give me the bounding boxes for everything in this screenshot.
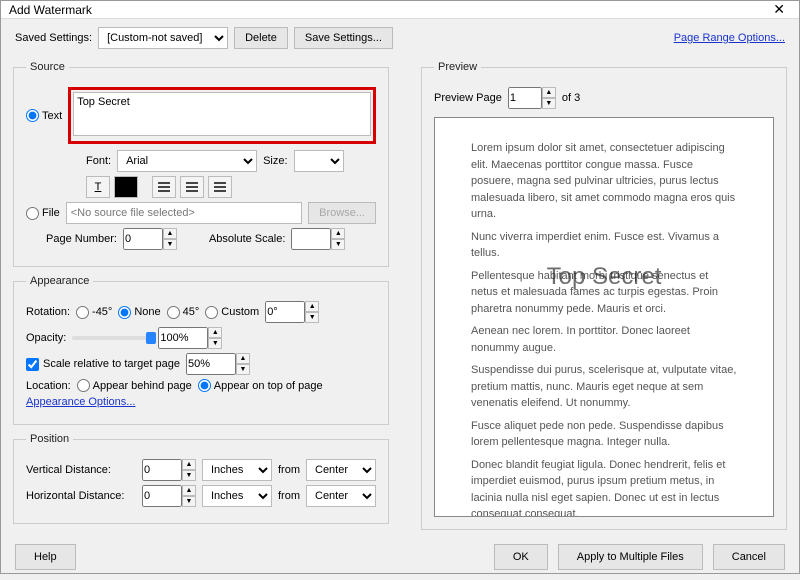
- browse-button[interactable]: Browse...: [308, 202, 376, 224]
- vdist-spinner[interactable]: ▲▼: [142, 459, 196, 481]
- apply-multiple-button[interactable]: Apply to Multiple Files: [558, 544, 703, 570]
- save-settings-button[interactable]: Save Settings...: [294, 27, 393, 49]
- abs-scale-label: Absolute Scale:: [209, 233, 285, 245]
- file-path: [66, 202, 302, 224]
- location-label: Location:: [26, 380, 71, 392]
- file-radio[interactable]: File: [26, 207, 60, 220]
- rotation-label: Rotation:: [26, 306, 70, 318]
- ok-button[interactable]: OK: [494, 544, 548, 570]
- loc-behind[interactable]: Appear behind page: [77, 379, 192, 392]
- loc-top[interactable]: Appear on top of page: [198, 379, 323, 392]
- preview-canvas: Lorem ipsum dolor sit amet, consectetuer…: [434, 117, 774, 517]
- rot-45[interactable]: 45°: [167, 306, 200, 319]
- hdist-label: Horizontal Distance:: [26, 490, 136, 502]
- footer: Help OK Apply to Multiple Files Cancel: [1, 534, 799, 580]
- color-button[interactable]: [114, 176, 138, 198]
- underline-button[interactable]: T: [86, 176, 110, 198]
- rot-m45[interactable]: -45°: [76, 306, 112, 319]
- appearance-options-link[interactable]: Appearance Options...: [26, 396, 135, 408]
- opacity-slider[interactable]: [72, 336, 152, 340]
- opacity-spinner[interactable]: ▲▼: [158, 327, 222, 349]
- toolbar: Saved Settings: [Custom-not saved] Delet…: [1, 19, 799, 57]
- hdist-from-label: from: [278, 490, 300, 502]
- help-button[interactable]: Help: [15, 544, 76, 570]
- close-icon[interactable]: ✕: [767, 1, 791, 18]
- watermark-preview: Top Secret: [547, 259, 662, 295]
- preview-page-spinner[interactable]: ▲▼: [508, 87, 556, 109]
- rot-none[interactable]: None: [118, 306, 160, 319]
- text-radio[interactable]: Text: [26, 109, 62, 122]
- text-highlight: Top Secret: [68, 87, 376, 144]
- scale-spinner[interactable]: ▲▼: [186, 353, 250, 375]
- position-legend: Position: [26, 433, 73, 445]
- position-group: Position Vertical Distance: ▲▼ Inches fr…: [13, 433, 389, 524]
- font-select[interactable]: Arial: [117, 150, 257, 172]
- saved-settings-label: Saved Settings:: [15, 32, 92, 44]
- titlebar: Add Watermark ✕: [1, 1, 799, 19]
- preview-page-label: Preview Page: [434, 92, 502, 104]
- vdist-label: Vertical Distance:: [26, 464, 136, 476]
- rot-custom-spinner[interactable]: ▲▼: [265, 301, 319, 323]
- page-number-spinner[interactable]: ▲▼: [123, 228, 177, 250]
- align-right-button[interactable]: [208, 176, 232, 198]
- delete-button[interactable]: Delete: [234, 27, 288, 49]
- abs-scale-spinner[interactable]: ▲▼: [291, 228, 345, 250]
- vdist-from[interactable]: Center: [306, 459, 376, 481]
- opacity-label: Opacity:: [26, 332, 66, 344]
- align-center-button[interactable]: [180, 176, 204, 198]
- cancel-button[interactable]: Cancel: [713, 544, 785, 570]
- source-group: Source Text Top Secret Font: Arial Size:…: [13, 61, 389, 267]
- rot-custom[interactable]: Custom: [205, 306, 259, 319]
- size-select[interactable]: [294, 150, 344, 172]
- watermark-text-input[interactable]: Top Secret: [73, 92, 371, 136]
- preview-group: Preview Preview Page ▲▼ of 3 Lorem ipsum…: [421, 61, 787, 530]
- preview-legend: Preview: [434, 61, 481, 73]
- page-range-link[interactable]: Page Range Options...: [674, 32, 785, 44]
- window-title: Add Watermark: [9, 3, 767, 17]
- vdist-unit[interactable]: Inches: [202, 459, 272, 481]
- preview-of-label: of 3: [562, 92, 580, 104]
- hdist-spinner[interactable]: ▲▼: [142, 485, 196, 507]
- page-number-label: Page Number:: [46, 233, 117, 245]
- size-label: Size:: [263, 155, 287, 167]
- appearance-group: Appearance Rotation: -45° None 45° Custo…: [13, 275, 389, 425]
- source-legend: Source: [26, 61, 69, 73]
- hdist-unit[interactable]: Inches: [202, 485, 272, 507]
- scale-checkbox[interactable]: Scale relative to target page: [26, 358, 180, 371]
- font-label: Font:: [86, 155, 111, 167]
- saved-settings-select[interactable]: [Custom-not saved]: [98, 27, 228, 49]
- vdist-from-label: from: [278, 464, 300, 476]
- hdist-from[interactable]: Center: [306, 485, 376, 507]
- align-left-button[interactable]: [152, 176, 176, 198]
- appearance-legend: Appearance: [26, 275, 93, 287]
